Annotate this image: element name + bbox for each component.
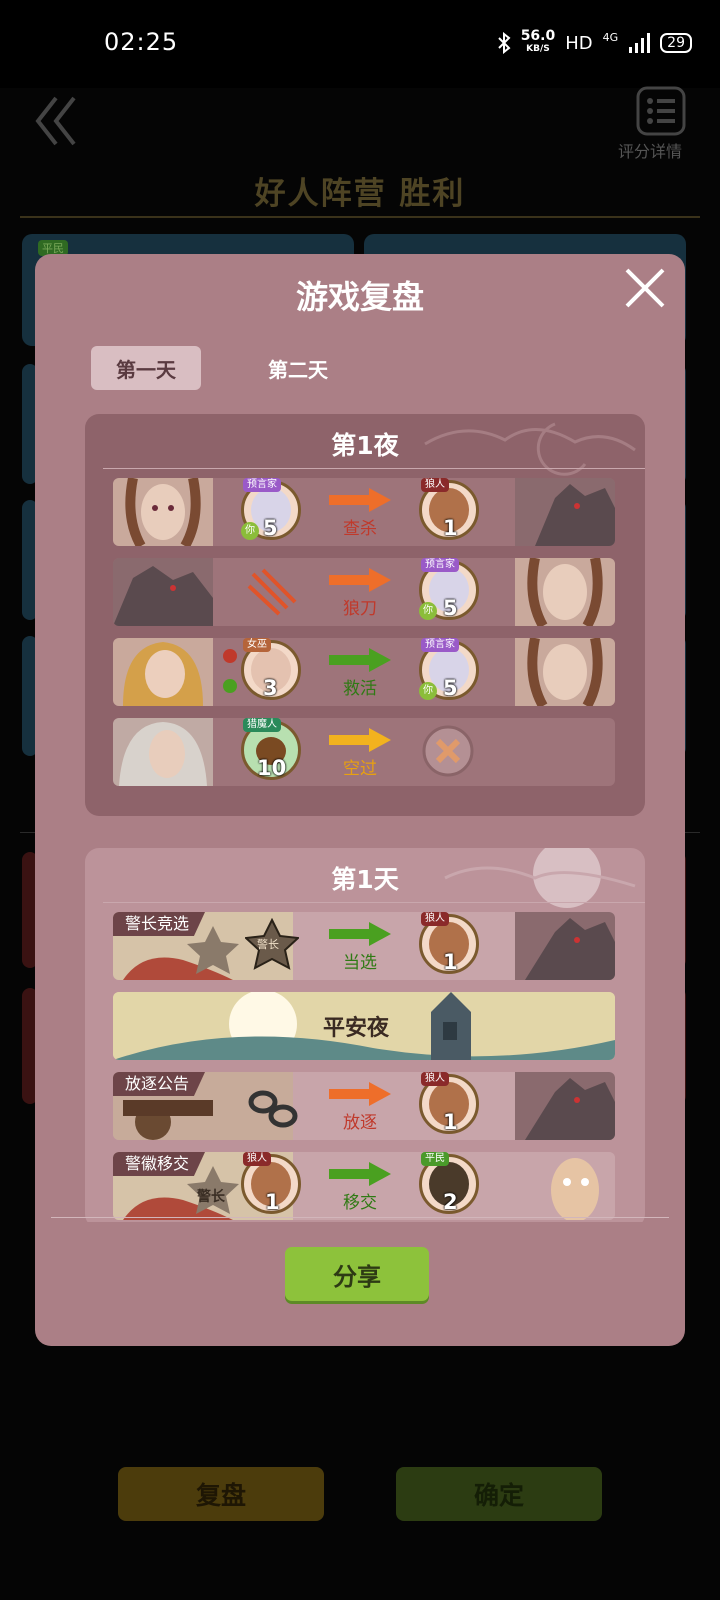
- event-tag: 警长竞选: [113, 912, 206, 936]
- werewolf-portrait: [515, 912, 615, 980]
- game-replay-dialog: 游戏复盘 第一天 第二天 第1夜 预言家 你 5 查杀 狼人 1 狼刀 预言家 …: [35, 254, 685, 1346]
- arrow-right-icon: [329, 922, 391, 946]
- tab-day-two[interactable]: 第二天: [243, 346, 353, 390]
- rating-details-label[interactable]: 评分详情: [618, 138, 682, 162]
- seat-number: 5: [263, 516, 278, 540]
- seat-number: 2: [443, 1190, 458, 1214]
- signal-icon: [629, 33, 651, 53]
- close-icon[interactable]: [623, 266, 667, 310]
- dialog-divider: [51, 1217, 669, 1218]
- werewolf-portrait: [515, 1072, 615, 1140]
- action-label: 移交: [343, 1193, 377, 1213]
- hd-indicator: HD: [565, 32, 593, 54]
- day-event-row: 警长竞选 警长 当选 狼人 1: [113, 912, 615, 980]
- night-title: 第1夜: [331, 431, 399, 460]
- day-section: 第1天 警长竞选 警长 当选 狼人 1 平安夜 放逐公告 放逐 狼人 1 警徽移…: [85, 848, 645, 1222]
- day-event-row: 放逐公告 放逐 狼人 1: [113, 1072, 615, 1140]
- result-title: 好人阵营 胜利: [254, 176, 466, 212]
- hunter-portrait: [113, 718, 213, 786]
- bluetooth-icon: [497, 32, 511, 54]
- seat-number: 1: [443, 1110, 458, 1134]
- arrow-right-icon: [329, 568, 391, 592]
- night-section: 第1夜 预言家 你 5 查杀 狼人 1 狼刀 预言家 你 5 女巫 3 救活 预…: [85, 414, 645, 816]
- claw-slash-icon: [247, 568, 297, 616]
- potion-icon: [223, 649, 237, 693]
- arrow-right-icon: [329, 1162, 391, 1186]
- you-badge: 你: [241, 522, 259, 540]
- seat-number: 1: [443, 516, 458, 540]
- role-badge-werewolf: 狼人: [421, 478, 449, 492]
- status-icons: 56.0 KB/S HD 4G 29: [497, 28, 692, 56]
- action-label: 查杀: [343, 519, 377, 539]
- network-speed: 56.0 KB/S: [520, 28, 556, 54]
- action-label: 空过: [343, 759, 377, 779]
- arrow-right-icon: [329, 488, 391, 512]
- network-type: 4G: [602, 30, 619, 44]
- seat-number: 1: [443, 950, 458, 974]
- action-label: 当选: [343, 953, 377, 973]
- you-badge: 你: [419, 602, 437, 620]
- tab-day-one[interactable]: 第一天: [91, 346, 201, 390]
- you-badge: 你: [419, 682, 437, 700]
- seat-number: 5: [443, 596, 458, 620]
- role-badge-seer: 预言家: [243, 478, 281, 492]
- villager-portrait: [515, 1152, 615, 1220]
- seer-portrait: [113, 478, 213, 546]
- seer-portrait: [515, 638, 615, 706]
- night-action-row: 预言家 你 5 查杀 狼人 1: [113, 478, 615, 546]
- action-label: 救活: [343, 679, 377, 699]
- title-divider: [103, 468, 645, 469]
- arrow-right-icon: [329, 1082, 391, 1106]
- banner-label: 平安夜: [323, 1016, 390, 1041]
- status-bar: 02:25 56.0 KB/S HD 4G 29: [0, 0, 720, 88]
- seat-number: 5: [443, 676, 458, 700]
- peaceful-night-banner: 平安夜: [113, 992, 615, 1060]
- night-action-row: 猎魔人 10 空过: [113, 718, 615, 786]
- role-badge-werewolf: 狼人: [243, 1152, 271, 1166]
- sheriff-badge-label: 警长: [257, 938, 279, 951]
- replay-button[interactable]: 复盘: [118, 1467, 324, 1521]
- action-label: 放逐: [343, 1113, 377, 1133]
- event-tag: 警徽移交: [113, 1152, 206, 1176]
- replay-timeline[interactable]: 第1夜 预言家 你 5 查杀 狼人 1 狼刀 预言家 你 5 女巫 3 救活 预…: [85, 414, 645, 1222]
- day-event-row: 警徽移交 警长 狼人 1 移交 平民 2: [113, 1152, 615, 1220]
- role-badge-witch: 女巫: [243, 638, 271, 652]
- action-label: 狼刀: [343, 599, 377, 619]
- day-title: 第1天: [331, 865, 399, 894]
- seat-number: 3: [263, 676, 278, 700]
- event-tag: 放逐公告: [113, 1072, 206, 1096]
- seat-number: 1: [265, 1190, 280, 1214]
- witch-portrait: [113, 638, 213, 706]
- werewolf-portrait: [515, 478, 615, 546]
- werewolf-portrait: [113, 558, 213, 626]
- seer-portrait: [515, 558, 615, 626]
- share-button[interactable]: 分享: [285, 1247, 429, 1301]
- rating-list-icon[interactable]: [636, 86, 686, 136]
- role-badge-demon-hunter: 猎魔人: [243, 718, 281, 732]
- status-time: 02:25: [104, 28, 179, 56]
- role-badge-werewolf: 狼人: [421, 1072, 449, 1086]
- role-badge-seer: 预言家: [421, 558, 459, 572]
- confirm-button[interactable]: 确定: [396, 1467, 602, 1521]
- result-divider: [20, 216, 700, 218]
- skip-x-icon: [422, 725, 474, 777]
- arrow-right-icon: [329, 648, 391, 672]
- arrow-right-icon: [329, 728, 391, 752]
- sheriff-badge-label: 警长: [197, 1189, 225, 1205]
- back-chevron-icon[interactable]: [34, 96, 80, 146]
- night-action-row: 狼刀 预言家 你 5: [113, 558, 615, 626]
- battery-indicator: 29: [660, 33, 692, 53]
- role-badge-villager: 平民: [421, 1152, 449, 1166]
- role-badge-werewolf: 狼人: [421, 912, 449, 926]
- role-badge-seer: 预言家: [421, 638, 459, 652]
- shackles-icon: [248, 1090, 298, 1128]
- dialog-title: 游戏复盘: [295, 278, 424, 316]
- seat-number: 10: [257, 756, 287, 780]
- title-divider: [103, 902, 645, 903]
- night-action-row: 女巫 3 救活 预言家 你 5: [113, 638, 615, 706]
